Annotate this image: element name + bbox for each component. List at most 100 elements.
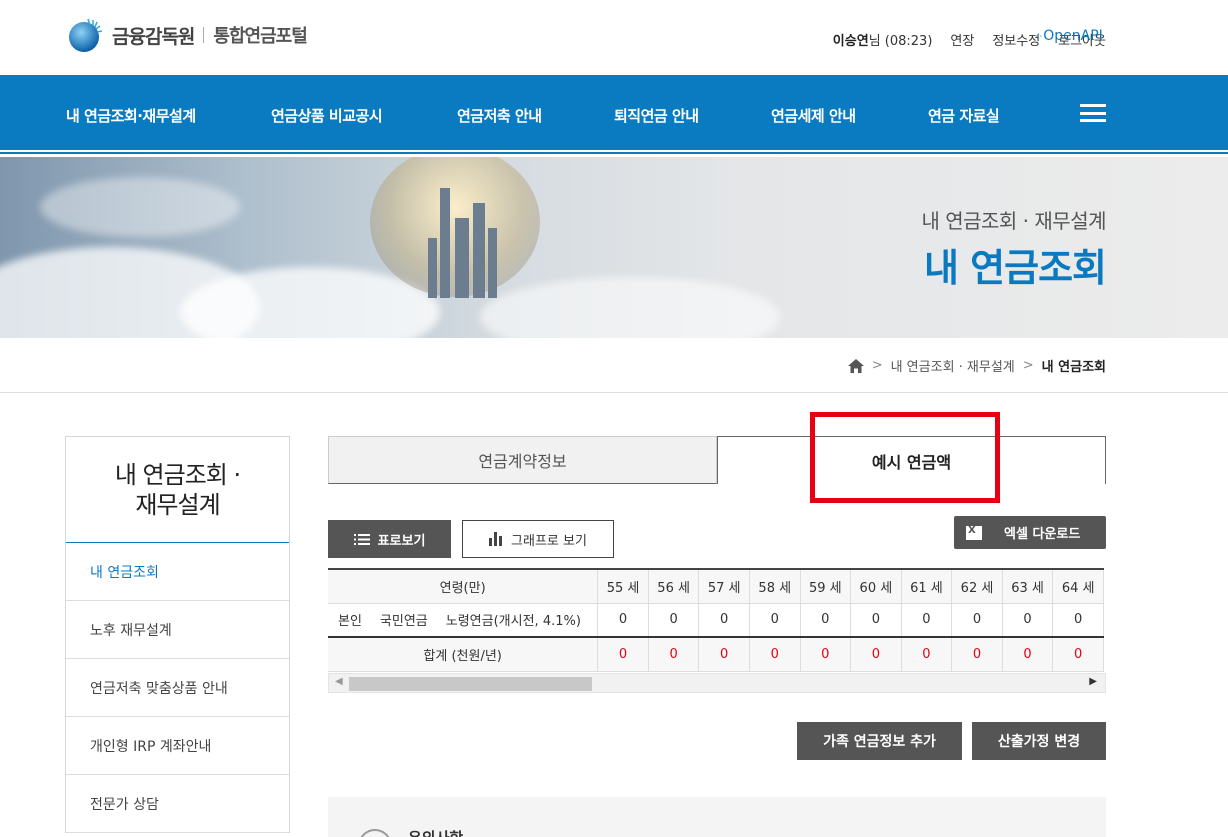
nav-item-archive[interactable]: 연금 자료실 (928, 105, 1000, 126)
total-cell: 0 (698, 637, 750, 672)
table-cell: 0 (901, 603, 953, 638)
nav-item-my-pension[interactable]: 내 연금조회·재무설계 (66, 105, 196, 126)
age-column-header: 62 세 (951, 569, 1003, 604)
row-who: 본인 (338, 614, 362, 630)
age-column-header: 61 세 (901, 569, 953, 604)
openapi-label: OpenAPI (1043, 28, 1103, 44)
age-column-header: 55 세 (597, 569, 649, 604)
sidebar-title: 내 연금조회 · 재무설계 (66, 437, 289, 543)
global-nav: 내 연금조회·재무설계 연금상품 비교공시 연금저축 안내 퇴직연금 안내 연금… (0, 75, 1228, 150)
table-cell: 0 (951, 603, 1003, 638)
table-cell: 0 (800, 603, 852, 638)
openapi-link[interactable]: ⁘ OpenAPI (1034, 28, 1103, 44)
breadcrumb: > 내 연금조회 · 재무설계 > 내 연금조회 (847, 356, 1106, 375)
sidebar-item-expert-consult[interactable]: 전문가 상담 (66, 775, 289, 833)
total-cell: 0 (1052, 637, 1104, 672)
fss-logo-icon (66, 17, 104, 53)
sidebar-item-my-pension[interactable]: 내 연금조회 (66, 543, 289, 601)
change-assumption-button[interactable]: 산출가정 변경 (972, 722, 1106, 760)
edit-info-link[interactable]: 정보수정 (992, 30, 1040, 49)
page-banner: 내 연금조회 · 재무설계 내 연금조회 (0, 157, 1228, 338)
total-label: 합계 (천원/년) (328, 637, 599, 672)
chevron-right-icon: > (1022, 358, 1034, 373)
table-cell: 0 (1002, 603, 1054, 638)
bar-chart-icon (489, 532, 503, 546)
excel-icon (966, 525, 982, 540)
top-header: 금융감독원 통합연금포털 이승연님 (08:23) 연장 정보수정 로그아웃 ⁘… (0, 0, 1228, 75)
openapi-icon: ⁘ (1034, 29, 1043, 43)
sidebar-item-irp-account[interactable]: 개인형 IRP 계좌안내 (66, 717, 289, 775)
sidebar-item-savings-products[interactable]: 연금저축 맞춤상품 안내 (66, 659, 289, 717)
total-row: 합계 (천원/년) 0 0 0 0 0 0 0 0 0 0 (328, 637, 1104, 672)
total-cell: 0 (749, 637, 801, 672)
notice-box: 유의사항 (328, 797, 1106, 837)
sidebar: 내 연금조회 · 재무설계 내 연금조회 노후 재무설계 연금저축 맞춤상품 안… (65, 436, 290, 833)
extend-session-link[interactable]: 연장 (950, 30, 974, 49)
highlight-box (810, 412, 1000, 503)
age-header-label: 연령(만) (328, 569, 599, 604)
nav-item-pension-savings[interactable]: 연금저축 안내 (457, 105, 542, 126)
age-column-header: 60 세 (850, 569, 902, 604)
excel-download-button[interactable]: 엑셀 다운로드 (954, 516, 1106, 549)
pension-table: 연령(만) 55 세 56 세 57 세 58 세 59 세 60 세 61 세… (328, 568, 1106, 672)
horizontal-scrollbar[interactable]: ◀ ▶ (328, 673, 1106, 693)
home-icon[interactable] (847, 358, 864, 373)
table-row: 본인 국민연금 노령연금(개시전, 4.1%) 0 0 0 0 0 0 0 0 0 … (328, 603, 1104, 638)
tab-contract-info[interactable]: 연금계약정보 (328, 436, 717, 484)
menu-icon[interactable] (1080, 104, 1106, 122)
org-name: 금융감독원 (112, 25, 195, 48)
table-view-button[interactable]: 표로보기 (328, 520, 451, 558)
excel-download-label: 엑셀 다운로드 (1004, 527, 1081, 542)
graph-view-button[interactable]: 그래프로 보기 (462, 520, 614, 558)
table-cell: 0 (850, 603, 902, 638)
add-family-button[interactable]: 가족 연금정보 추가 (797, 722, 962, 760)
session-time: 님 (08:23) (868, 34, 933, 49)
age-column-header: 56 세 (648, 569, 700, 604)
user-name: 이승연 (832, 34, 869, 49)
info-icon (358, 829, 392, 837)
notice-title: 유의사항 (408, 827, 463, 837)
sidebar-title-line1: 내 연금조회 · (114, 460, 241, 489)
scroll-right-icon[interactable]: ▶ (1089, 676, 1097, 687)
table-cell: 0 (648, 603, 700, 638)
row-type: 국민연금 (379, 614, 428, 630)
age-column-header: 64 세 (1052, 569, 1104, 604)
table-cell: 0 (597, 603, 649, 638)
table-cell: 0 (749, 603, 801, 638)
total-cell: 0 (901, 637, 953, 672)
age-column-header: 58 세 (749, 569, 801, 604)
nav-item-pension-tax[interactable]: 연금세제 안내 (771, 105, 856, 126)
total-cell: 0 (850, 637, 902, 672)
portal-name: 통합연금포털 (213, 26, 307, 47)
age-column-header: 59 세 (800, 569, 852, 604)
age-column-header: 63 세 (1002, 569, 1054, 604)
nav-item-product-compare[interactable]: 연금상품 비교공시 (271, 105, 383, 126)
total-cell: 0 (800, 637, 852, 672)
total-cell: 0 (951, 637, 1003, 672)
row-label: 본인 국민연금 노령연금(개시전, 4.1%) (328, 603, 599, 638)
scroll-left-icon[interactable]: ◀ (335, 676, 343, 687)
list-icon (353, 533, 370, 545)
table-cell: 0 (1052, 603, 1104, 638)
site-logo[interactable]: 금융감독원 통합연금포털 (66, 17, 308, 53)
table-view-label: 표로보기 (377, 533, 426, 549)
total-cell: 0 (1002, 637, 1054, 672)
table-cell: 0 (698, 603, 750, 638)
user-session: 이승연님 (08:23) (833, 30, 933, 49)
chevron-right-icon: > (871, 358, 883, 373)
logo-divider (203, 27, 205, 43)
sidebar-title-line2: 재무설계 (135, 490, 220, 519)
scrollbar-thumb[interactable] (349, 677, 592, 691)
nav-item-retirement-pension[interactable]: 퇴직연금 안내 (614, 105, 699, 126)
divider (0, 392, 1228, 393)
total-cell: 0 (597, 637, 649, 672)
breadcrumb-current: 내 연금조회 (1041, 360, 1106, 375)
sidebar-item-retirement-planning[interactable]: 노후 재무설계 (66, 601, 289, 659)
total-cell: 0 (648, 637, 700, 672)
banner-subtitle: 내 연금조회 · 재무설계 (921, 209, 1106, 233)
row-product: 노령연금(개시전, 4.1%) (445, 614, 581, 630)
page-title: 내 연금조회 (923, 246, 1107, 290)
nav-underline (0, 152, 1228, 154)
graph-view-label: 그래프로 보기 (511, 533, 587, 549)
breadcrumb-parent[interactable]: 내 연금조회 · 재무설계 (891, 356, 1015, 375)
